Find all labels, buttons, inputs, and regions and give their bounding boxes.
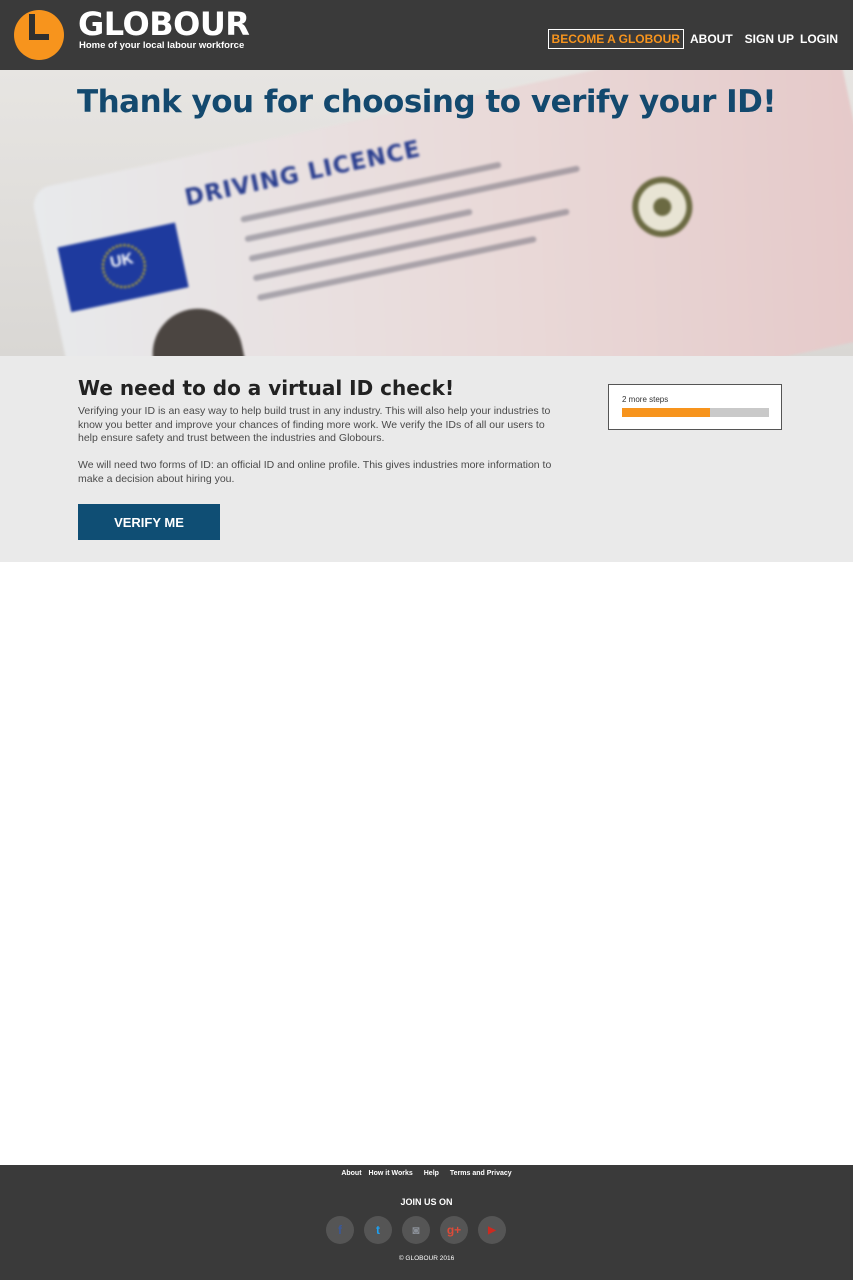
- footer-help-link[interactable]: Help: [424, 1170, 439, 1177]
- nav-about-link[interactable]: ABOUT: [690, 32, 733, 46]
- join-us-label: JOIN US ON: [400, 1197, 453, 1207]
- twitter-icon[interactable]: t: [364, 1216, 392, 1244]
- licence-photo: [144, 300, 256, 356]
- page-title: Thank you for choosing to verify your ID…: [76, 84, 777, 120]
- footer-about-link[interactable]: About: [341, 1170, 361, 1177]
- facebook-icon[interactable]: f: [326, 1216, 354, 1244]
- requirements-paragraph: We will need two forms of ID: an officia…: [78, 459, 552, 485]
- social-links: f t ◙ g+ ▶: [326, 1216, 506, 1244]
- copyright: © GLOBOUR 2016: [398, 1255, 455, 1262]
- brand-name[interactable]: GLOBOUR: [78, 6, 250, 42]
- become-a-globour-button[interactable]: BECOME A GLOBOUR: [547, 29, 684, 49]
- progress-label: 2 more steps: [622, 395, 669, 404]
- main-nav: BECOME A GLOBOUR ABOUT SIGN UP LOGIN: [547, 29, 838, 49]
- brand-tagline: Home of your local labour workforce: [79, 40, 245, 51]
- progress-fill: [622, 408, 711, 417]
- nav-login-link[interactable]: LOGIN: [800, 32, 838, 46]
- site-header: GLOBOUR Home of your local labour workfo…: [0, 0, 853, 70]
- verify-me-button[interactable]: VERIFY ME: [78, 504, 220, 540]
- hologram-seal-icon: [626, 171, 698, 243]
- instagram-icon[interactable]: ◙: [402, 1216, 430, 1244]
- footer-links: About How it Works Help Terms and Privac…: [0, 1170, 853, 1177]
- progress-track: [622, 408, 769, 417]
- youtube-icon[interactable]: ▶: [478, 1216, 506, 1244]
- progress-box: 2 more steps: [608, 384, 782, 430]
- site-footer: About How it Works Help Terms and Privac…: [0, 1165, 853, 1280]
- footer-how-it-works-link[interactable]: How it Works: [369, 1170, 413, 1177]
- hero-banner: DRIVING LICENCE UK Thank you for choosin…: [0, 70, 853, 356]
- nav-signup-link[interactable]: SIGN UP: [745, 32, 794, 46]
- intro-paragraph: Verifying your ID is an easy way to help…: [78, 405, 551, 444]
- section-heading: We need to do a virtual ID check!: [78, 376, 455, 400]
- globour-logo-icon[interactable]: [14, 10, 64, 60]
- id-check-section: We need to do a virtual ID check! Verify…: [0, 356, 853, 562]
- google-plus-icon[interactable]: g+: [440, 1216, 468, 1244]
- eu-flag-icon: UK: [57, 222, 189, 313]
- footer-terms-link[interactable]: Terms and Privacy: [450, 1170, 512, 1177]
